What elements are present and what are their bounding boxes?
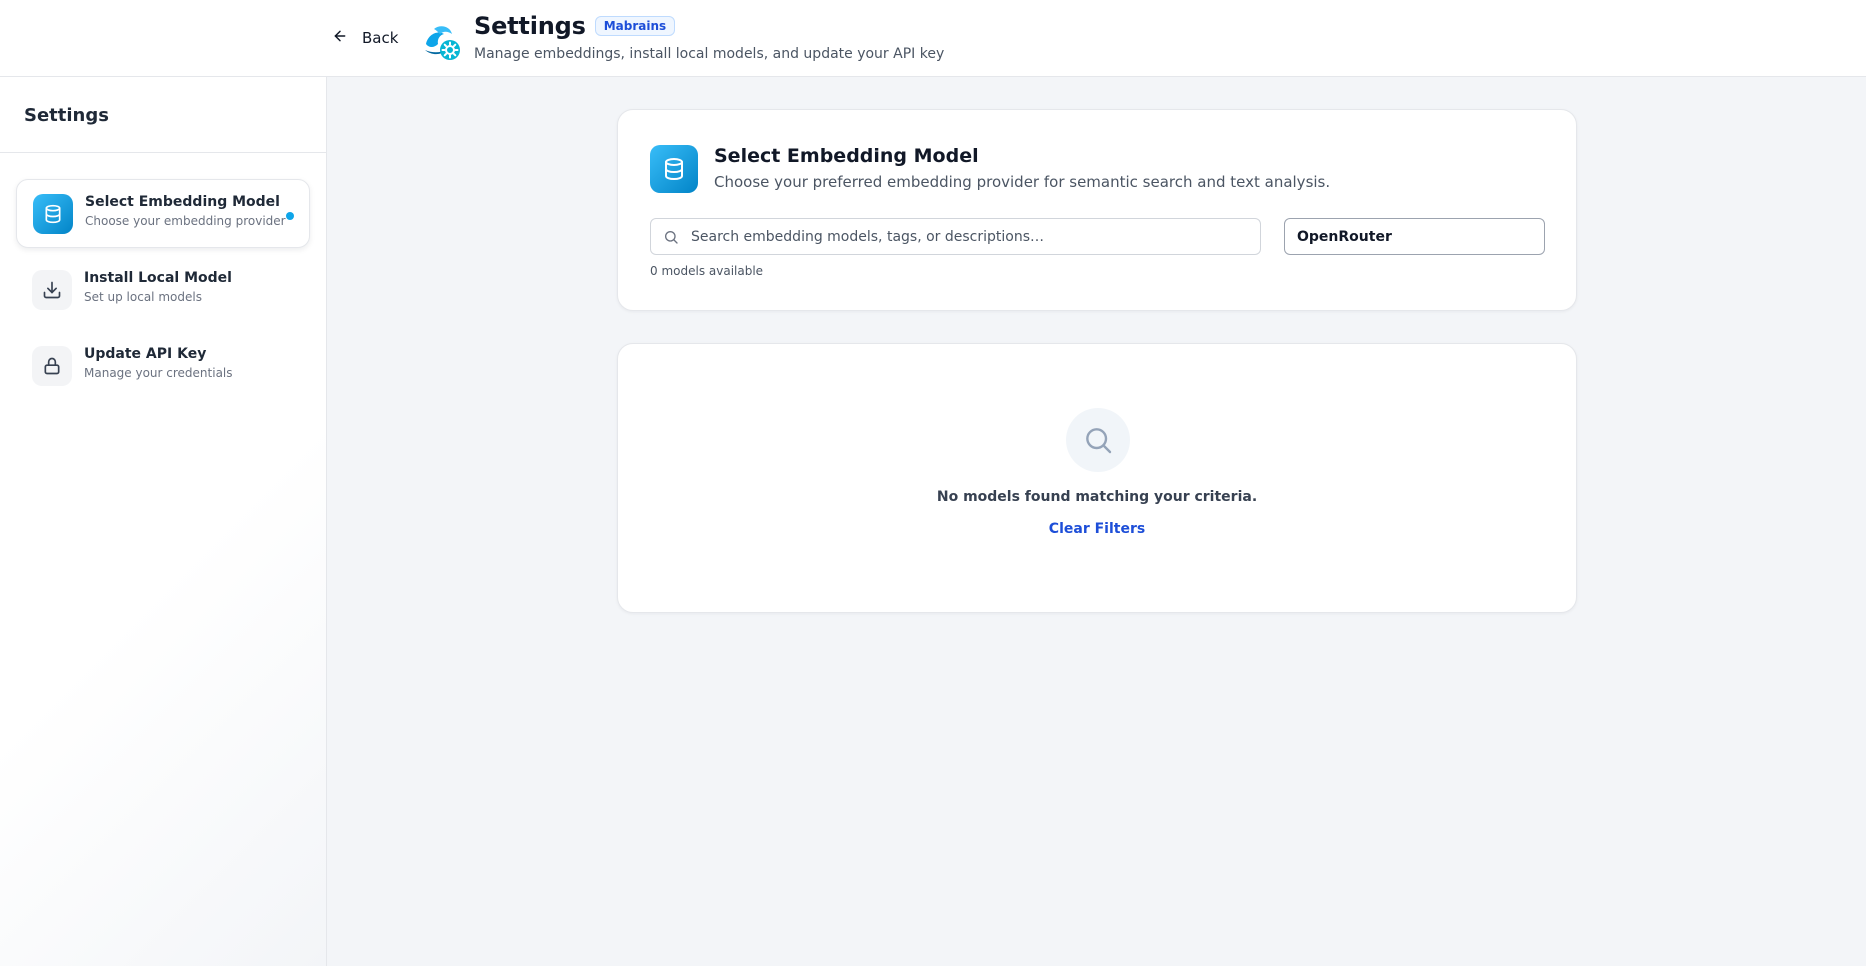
database-icon	[650, 145, 698, 193]
sidebar-item-label: Install Local Model	[84, 270, 232, 286]
empty-state-message: No models found matching your criteria.	[936, 489, 1258, 505]
search-icon	[1066, 408, 1130, 472]
arrow-left-icon	[332, 28, 348, 48]
search-box	[650, 218, 1261, 255]
page-subtitle: Manage embeddings, install local models,…	[474, 46, 945, 62]
app-logo	[420, 20, 462, 62]
sidebar-item-description: Set up local models	[84, 290, 202, 304]
title-row: Settings Mabrains	[474, 12, 944, 40]
sidebar-item-label: Select Embedding Model	[85, 194, 280, 210]
active-indicator-dot	[286, 212, 294, 220]
nav-text: Select Embedding Model Choose your embed…	[85, 194, 286, 228]
header-title-block: Settings Mabrains Manage embeddings, ins…	[474, 12, 944, 62]
clear-filters-button[interactable]: Clear Filters	[1049, 521, 1145, 537]
page-title: Settings	[474, 12, 586, 40]
card-description: Choose your preferred embedding provider…	[714, 173, 1331, 191]
back-button[interactable]: Back	[332, 24, 398, 52]
sidebar-item-update-api-key[interactable]: Update API Key Manage your credentials	[16, 332, 310, 401]
clear-filters-wrap: Clear Filters	[618, 521, 1576, 537]
sidebar-item-description: Manage your credentials	[84, 366, 233, 380]
sidebar-title: Settings	[24, 105, 109, 126]
search-icon	[663, 229, 679, 245]
sidebar-divider	[0, 152, 326, 153]
brand-badge: Mabrains	[594, 16, 676, 36]
nav-text: Install Local Model Set up local models	[84, 270, 232, 304]
sidebar-item-description: Choose your embedding provider	[85, 214, 286, 228]
provider-select[interactable]: OpenRouter	[1284, 218, 1545, 255]
back-label: Back	[362, 29, 399, 47]
provider-select-value: OpenRouter	[1297, 228, 1392, 245]
sidebar-item-select-embedding-model[interactable]: Select Embedding Model Choose your embed…	[16, 179, 310, 248]
empty-state-card: No models found matching your criteria. …	[617, 343, 1577, 613]
models-count: 0 models available	[650, 264, 764, 278]
database-icon	[33, 194, 73, 234]
nav-text: Update API Key Manage your credentials	[84, 346, 233, 380]
embedding-model-card: Select Embedding Model Choose your prefe…	[617, 109, 1577, 311]
settings-sidebar: Settings Select Embedding Model Choose y…	[0, 77, 327, 966]
sidebar-item-install-local-model[interactable]: Install Local Model Set up local models	[16, 256, 310, 325]
card-title: Select Embedding Model	[714, 145, 979, 167]
lock-icon	[32, 346, 72, 386]
search-input[interactable]	[691, 219, 1251, 254]
sidebar-item-label: Update API Key	[84, 346, 207, 362]
download-icon	[32, 270, 72, 310]
top-header: Back Settings Mabrains Manage embeddings…	[0, 0, 1866, 77]
